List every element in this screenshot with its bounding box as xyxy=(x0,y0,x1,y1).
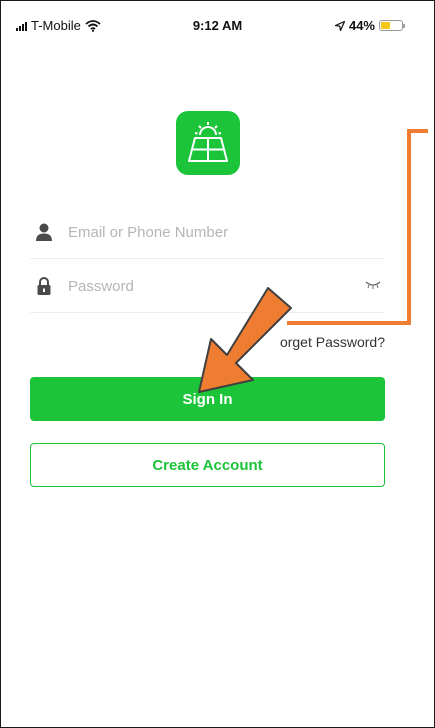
status-right: 44% xyxy=(334,18,405,33)
eye-closed-icon[interactable] xyxy=(365,280,381,290)
lock-icon xyxy=(37,277,51,295)
forgot-password-link[interactable]: orget Password? xyxy=(280,334,385,350)
password-input[interactable] xyxy=(68,274,358,298)
location-arrow-icon xyxy=(334,20,345,31)
password-row xyxy=(30,260,385,313)
email-row xyxy=(30,206,385,259)
email-input[interactable] xyxy=(68,220,358,244)
status-bar: T-Mobile 9:12 AM 44% xyxy=(0,0,435,40)
create-account-button[interactable]: Create Account xyxy=(30,443,385,487)
battery-icon xyxy=(379,20,405,31)
screen-frame xyxy=(0,0,435,728)
sign-in-button[interactable]: Sign In xyxy=(30,377,385,421)
battery-percent: 44% xyxy=(348,18,375,33)
solar-panel-icon xyxy=(188,122,228,162)
user-icon xyxy=(36,223,52,241)
app-logo xyxy=(176,111,240,175)
